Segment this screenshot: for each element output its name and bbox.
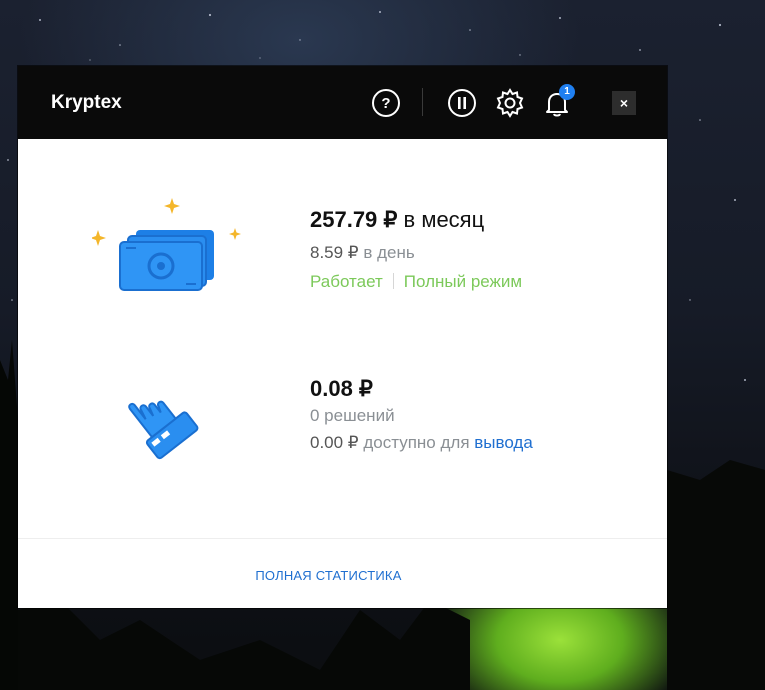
solutions-count: 0 решений (310, 406, 395, 425)
withdraw-link[interactable]: вывода (474, 433, 533, 452)
monthly-unit: в месяц (397, 207, 485, 232)
kryptex-window: Kryptex ? 1 × 257.79 ₽ в месяц 8.59 ₽ в … (18, 66, 667, 608)
app-title: Kryptex (51, 92, 122, 113)
svg-text:?: ? (381, 95, 390, 112)
gear-icon[interactable] (494, 87, 526, 119)
balance-value: 0.08 ₽ (310, 376, 373, 401)
balance-panel: 0.08 ₽ 0 решений 0.00 ₽ доступно для выв… (310, 376, 630, 453)
earnings-panel: 257.79 ₽ в месяц 8.59 ₽ в день Работает П… (310, 207, 630, 292)
title-bar: Kryptex ? 1 × (18, 66, 667, 139)
mode-text[interactable]: Полный режим (404, 272, 522, 291)
help-icon[interactable]: ? (370, 87, 402, 119)
daily-value: 8.59 ₽ (310, 243, 359, 262)
available-text: доступно для (358, 433, 475, 452)
monthly-value: 257.79 ₽ (310, 207, 398, 232)
status-text: Работает (310, 272, 383, 291)
daily-earnings: 8.59 ₽ в день (310, 243, 630, 263)
close-button[interactable]: × (612, 91, 636, 115)
monthly-earnings: 257.79 ₽ в месяц (310, 207, 630, 233)
pause-icon[interactable] (446, 87, 478, 119)
available-value: 0.00 ₽ (310, 433, 359, 452)
status-divider (392, 273, 394, 289)
full-statistics-link[interactable]: ПОЛНАЯ СТАТИСТИКА (18, 568, 639, 583)
status-line: Работает Полный режим (310, 272, 630, 292)
hand-card-illustration (128, 400, 199, 460)
footer-divider (18, 538, 667, 539)
notification-badge: 1 (559, 84, 575, 100)
available-balance: 0.00 ₽ доступно для вывода (310, 433, 630, 453)
money-stack-illustration (92, 198, 241, 291)
toolbar-separator (422, 88, 423, 116)
daily-unit: в день (358, 243, 415, 262)
